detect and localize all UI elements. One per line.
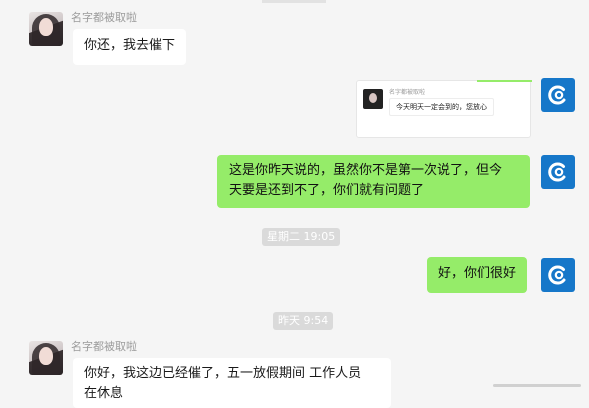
top-divider (262, 0, 326, 3)
contact-avatar[interactable] (29, 12, 63, 46)
message-line-2: 在休息 (84, 386, 124, 401)
message-bubble-incoming[interactable]: 你还，我去催下 (73, 29, 187, 65)
message-line-2: 天要是还到不了，你们就有问题了 (229, 183, 425, 198)
self-avatar[interactable] (541, 155, 575, 189)
blue-c-logo-icon (548, 265, 566, 285)
blue-c-logo-icon (548, 85, 566, 105)
sender-name: 名字都被取啦 (71, 11, 137, 24)
quote-accent (477, 80, 532, 82)
sender-name: 名字都被取啦 (71, 340, 137, 353)
message-bubble-outgoing[interactable]: 好，你们很好 (427, 257, 528, 293)
quoted-message-card[interactable]: 名字都被取啦 今天明天一定会到的，您放心 (356, 80, 532, 138)
message-bubble-incoming[interactable]: 你好，我这边已经催了，五一放假期间 工作人员 在休息 (73, 358, 391, 408)
timestamp: 昨天 9:54 (273, 312, 334, 330)
self-avatar[interactable] (541, 78, 575, 112)
self-avatar[interactable] (541, 258, 575, 292)
blue-c-logo-icon (548, 162, 566, 182)
timestamp: 星期二 19:05 (262, 228, 341, 246)
quoted-avatar (363, 89, 383, 109)
message-bubble-outgoing[interactable]: 这是你昨天说的，虽然你不是第一次说了，但今 天要是还到不了，你们就有问题了 (217, 155, 530, 208)
watermark (493, 379, 583, 393)
quoted-text: 今天明天一定会到的，您放心 (389, 98, 494, 116)
message-line-1: 这是你昨天说的，虽然你不是第一次说了，但今 (229, 163, 503, 178)
contact-avatar[interactable] (29, 341, 63, 375)
quoted-sender-name: 名字都被取啦 (389, 89, 426, 96)
message-line-1: 你好，我这边已经催了，五一放假期间 工作人员 (84, 366, 362, 381)
